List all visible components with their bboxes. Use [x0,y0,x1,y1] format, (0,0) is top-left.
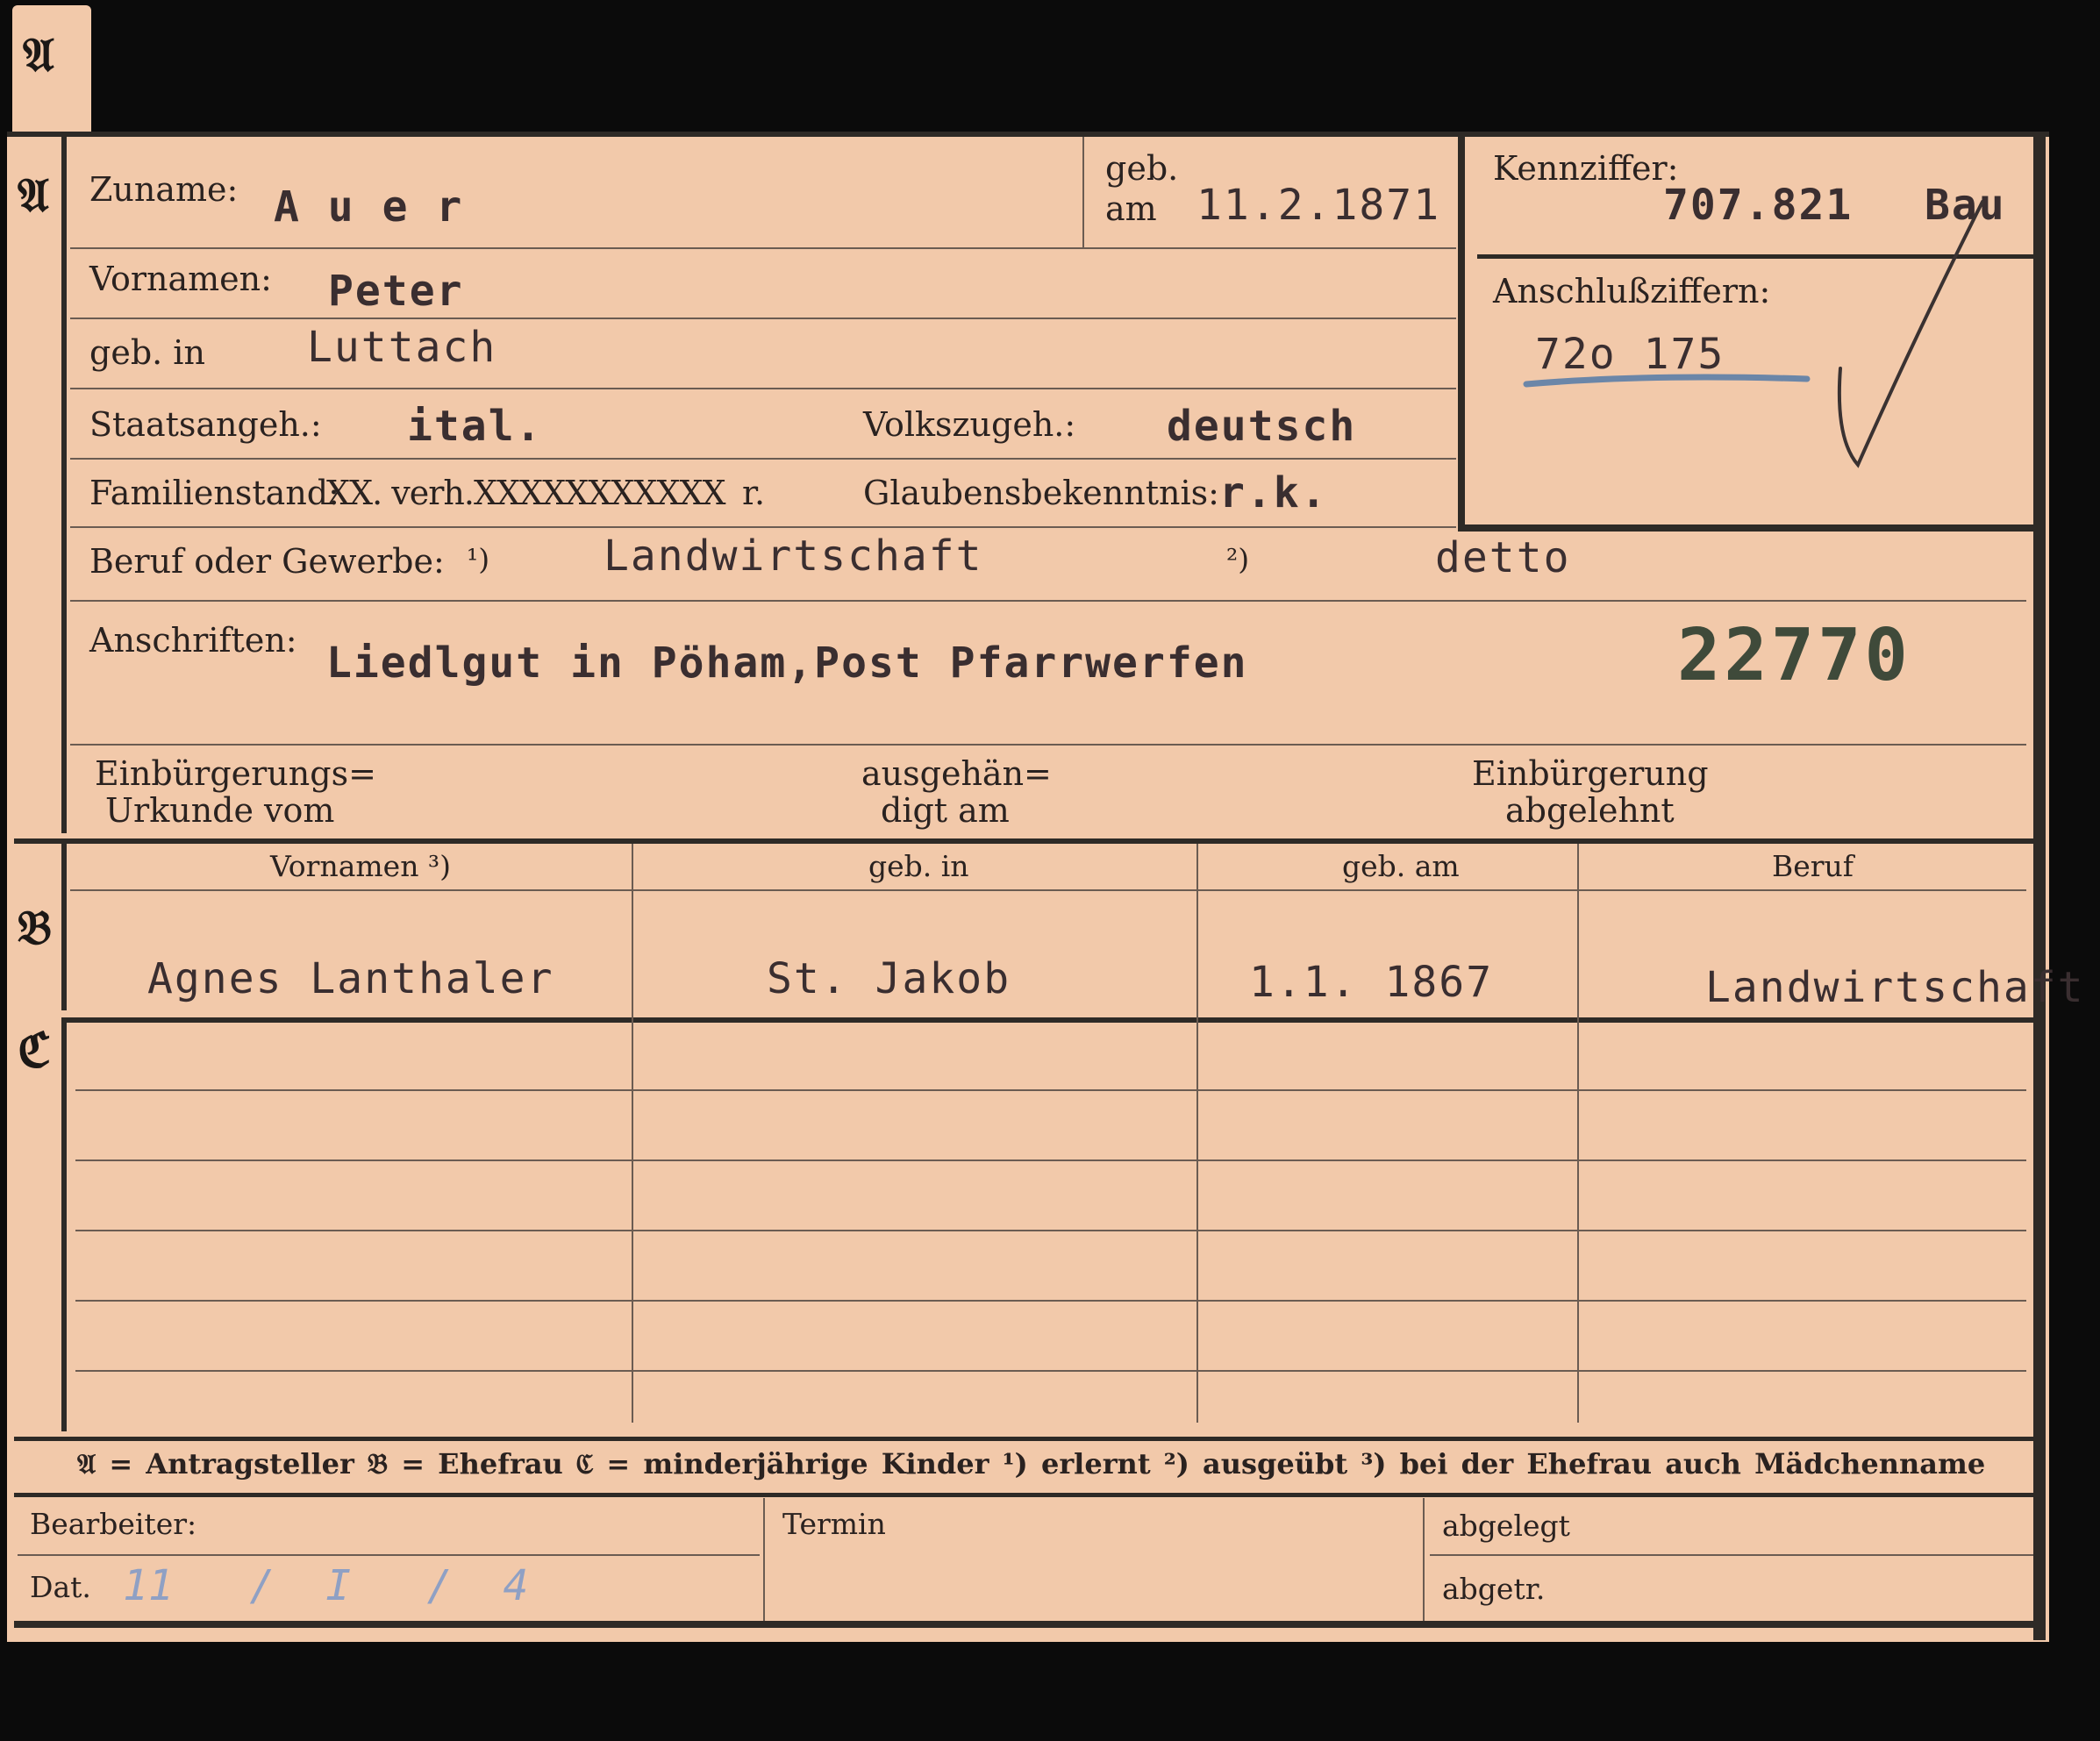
child-row-rule [75,1089,2026,1091]
rule-vornamen [70,318,1456,319]
spouse-birthdate: 1.1. 1867 [1249,958,1494,1007]
vornamen-label: Vornamen: [89,260,272,298]
familienstand-options: XX. verh.XXXXXXXXXXX [326,474,726,512]
beruf-value-1: Landwirtschaft [604,532,983,581]
rule-beruf [70,600,2026,602]
col-header-geb-am: geb. am [1342,849,1460,883]
col-header-geb-in: geb. in [868,849,969,883]
rule-zuname [70,247,1456,249]
einbuergerung-label-1: Einbürgerungs= [95,754,376,793]
section-c-letter: ℭ [18,1022,51,1078]
divider-legend-top [14,1437,2040,1441]
zuname-label: Zuname: [89,170,239,209]
anschriften-label: Anschriften: [89,621,297,660]
col-header-vornamen: Vornamen ³) [270,849,452,883]
beruf-value-2: detto [1435,533,1571,582]
abgelehnt-label-1: Einbürgerung [1472,754,1709,793]
divider-b-c [61,1017,2040,1023]
geb-in-value: Luttach [307,323,497,372]
col-divider-3 [1577,844,1579,1423]
staatsangeh-label: Staatsangeh.: [89,405,322,444]
geb-in-label: geb. in [89,333,205,372]
glauben-value: r.k. [1219,468,1328,517]
frame-bottom [14,1621,2040,1628]
beruf-footnote-2: ²) [1226,542,1250,576]
section-a-letter: 𝔄 [18,167,49,223]
einbuergerung-label-2: Urkunde vom [105,791,335,830]
frame-left-a [61,132,67,833]
abgelegt-label: abgelegt [1442,1509,1570,1543]
staatsangeh-value: ital. [407,402,543,451]
child-row-rule [75,1370,2026,1372]
zuname-value: A u e r [274,182,464,232]
abgelegt-rule [1430,1554,2033,1556]
footer-divider-2 [1423,1498,1425,1621]
geb-label: geb. [1105,149,1179,188]
geb-divider [1082,137,1084,247]
kennziffer-box-left [1458,137,1465,532]
termin-label: Termin [782,1507,886,1541]
child-row-rule [75,1230,2026,1231]
rule-geb-in [70,388,1456,389]
geb-am-value: 11.2.1871 [1196,181,1441,230]
dat-value: 11 / I / 4 [123,1561,529,1610]
beruf-footnote-1: ¹) [467,542,490,576]
legend: 𝔄 = Antragsteller 𝔅 = Ehefrau ℭ = minder… [77,1447,1986,1481]
anschriften-value: Liedlgut in Pöham,Post Pfarrwerfen [326,639,1248,688]
rule-anschriften [70,744,2026,746]
familienstand-label: Familienstand: [89,474,339,512]
divider-legend-bottom [14,1493,2040,1497]
volkszugeh-value: deutsch [1167,402,1357,451]
volkszugeh-label: Volkszugeh.: [863,405,1076,444]
footer-divider-1 [763,1498,765,1621]
section-a-tab-letter: 𝔄 [23,26,54,82]
rule-familienstand [70,526,1456,528]
rule-staatsangeh [70,458,1456,460]
glauben-label: Glaubensbekenntnis: [863,474,1219,512]
ausgehaendigt-label-2: digt am [881,791,1010,830]
stamp-number: 22770 [1677,614,1911,697]
vornamen-value: Peter [328,267,464,316]
kennziffer-box-bottom [1458,524,2040,532]
abgelehnt-label-2: abgelehnt [1505,791,1675,830]
col-divider-1 [632,844,633,1423]
ausgehaendigt-label-1: ausgehän= [861,754,1052,793]
abgetr-label: abgetr. [1442,1572,1546,1606]
bearbeiter-rule [18,1554,760,1556]
frame-left-c [61,1017,67,1431]
header-rule [70,889,2026,891]
child-row-rule [75,1300,2026,1302]
col-divider-2 [1196,844,1198,1423]
beruf-label: Beruf oder Gewerbe: [89,542,445,581]
am-label: am [1105,189,1157,228]
child-row-rule [75,1159,2026,1161]
frame-right [2033,132,2046,1640]
frame-left-bc [61,842,67,1010]
spouse-birthplace: St. Jakob [767,954,1011,1003]
divider-a-b [14,838,2040,844]
col-header-beruf: Beruf [1772,849,1854,883]
spouse-occupation: Landwirtschaft [1705,963,2085,1012]
check-mark-icon [1523,200,1984,468]
spouse-name: Agnes Lanthaler [147,954,554,1003]
frame-top [7,132,2049,137]
bearbeiter-label: Bearbeiter: [30,1507,197,1541]
familienstand-tail: r. [742,474,766,512]
dat-label: Dat. [30,1570,91,1604]
section-b-letter: 𝔅 [18,899,52,955]
